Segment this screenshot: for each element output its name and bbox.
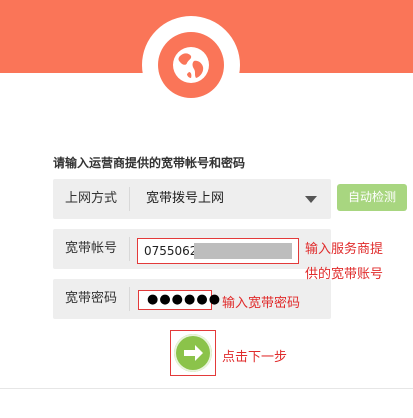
account-value: 0755062 — [144, 244, 198, 258]
password-hint: 输入宽带密码 — [222, 296, 301, 311]
connection-type-select[interactable]: 上网方式 宽带拨号上网 — [53, 179, 331, 219]
field-divider — [129, 187, 130, 211]
account-input[interactable]: 0755062 — [137, 238, 299, 264]
account-hint-line2: 供的宽带账号 — [305, 267, 384, 282]
instruction-text: 请输入运营商提供的宽带帐号和密码 — [53, 156, 246, 170]
chevron-down-icon[interactable] — [305, 196, 317, 203]
redacted-mask — [194, 243, 292, 259]
password-value: ●●●●●● — [147, 292, 222, 307]
account-hint-line1: 输入服务商提 — [305, 242, 384, 257]
field-divider — [129, 287, 130, 311]
globe-icon — [158, 32, 224, 98]
bottom-divider — [0, 388, 413, 389]
auto-detect-button[interactable]: 自动检测 — [337, 184, 407, 211]
next-annotation-box — [170, 330, 216, 376]
connection-type-value: 宽带拨号上网 — [146, 191, 225, 206]
next-button[interactable] — [174, 334, 212, 372]
connection-type-label: 上网方式 — [64, 191, 117, 206]
account-label: 宽带帐号 — [64, 241, 117, 256]
password-input[interactable]: ●●●●●● — [138, 290, 220, 310]
field-divider — [129, 237, 130, 261]
next-hint: 点击下一步 — [222, 350, 288, 365]
password-label: 宽带密码 — [64, 291, 117, 306]
arrow-right-icon — [184, 345, 203, 361]
